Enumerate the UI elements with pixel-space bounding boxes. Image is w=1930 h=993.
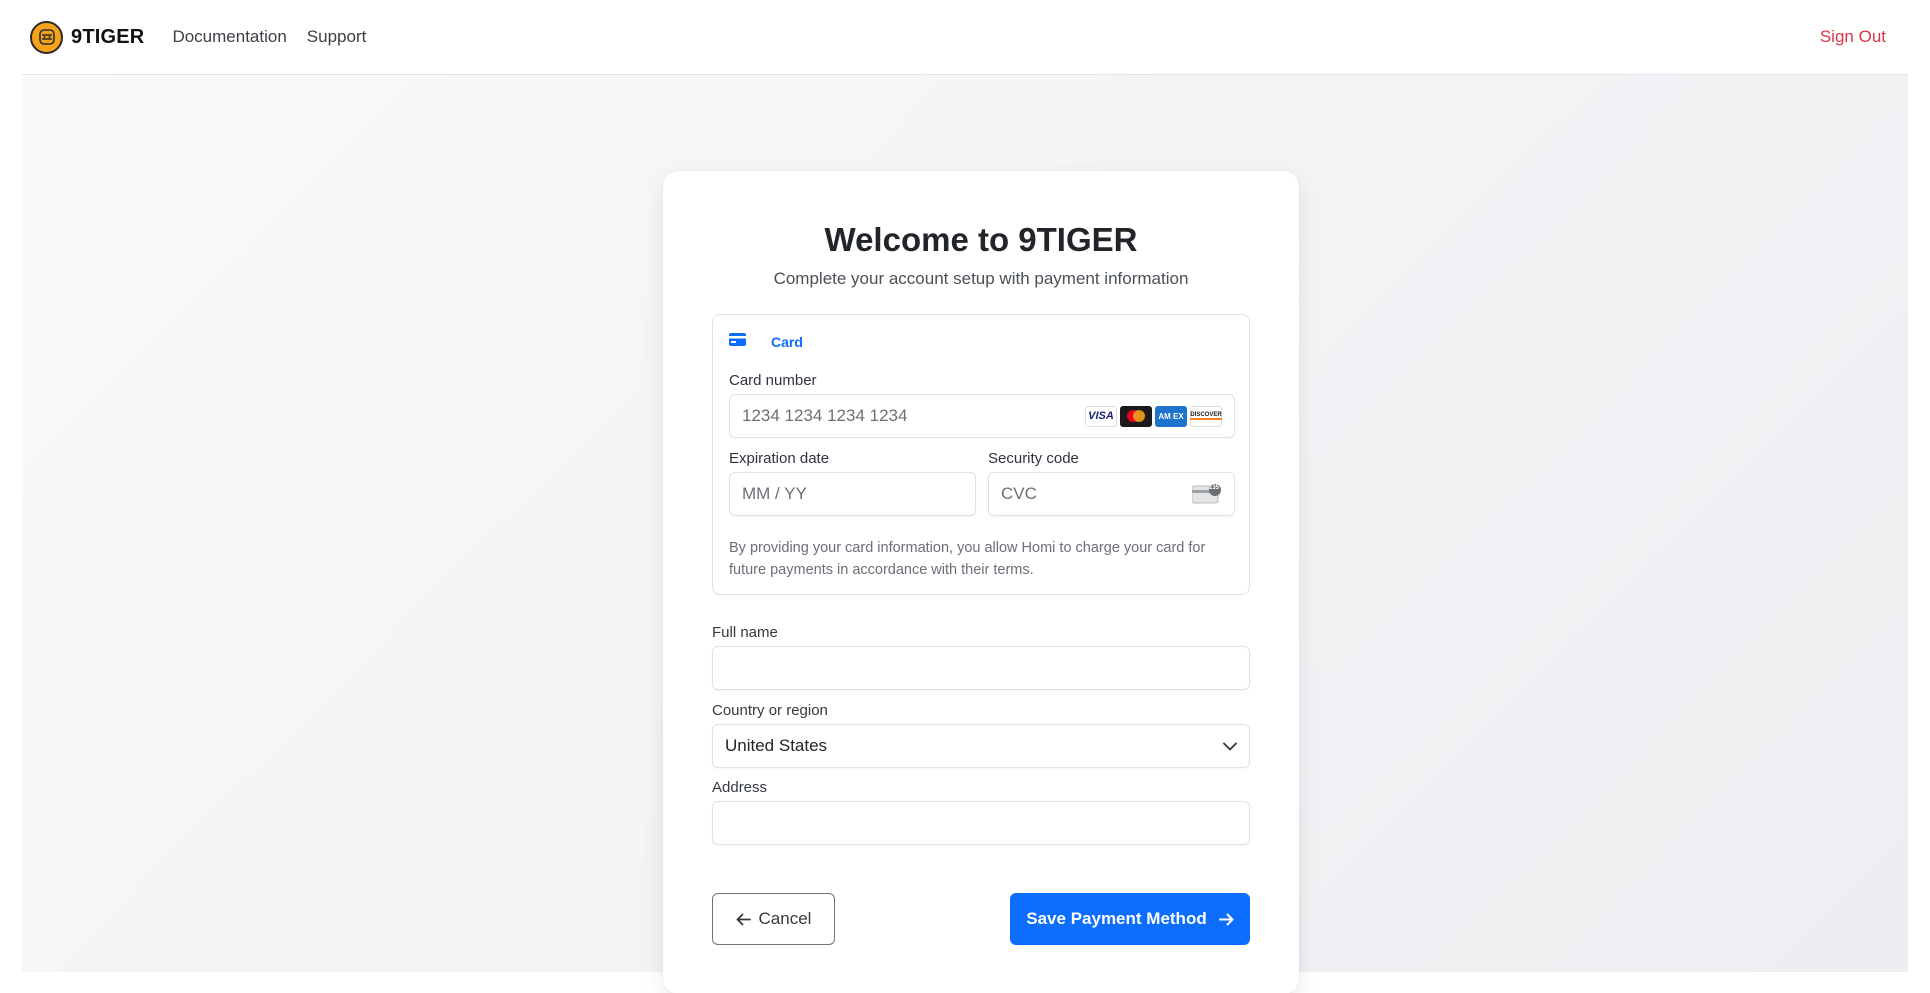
address-input[interactable] [712, 801, 1250, 845]
discover-text: DISCOVER [1190, 412, 1222, 420]
payment-disclaimer: By providing your card information, you … [729, 540, 1206, 578]
page-subtitle: Complete your account setup with payment… [773, 269, 1189, 288]
full-name-input[interactable] [712, 646, 1250, 690]
nav-link-documentation[interactable]: Documentation [172, 27, 286, 47]
country-value: United States [725, 736, 828, 755]
arrow-left-icon [736, 913, 751, 926]
page-title: Welcome to 9TIGER [824, 221, 1138, 258]
sign-out-link[interactable]: Sign Out [1820, 27, 1886, 47]
cvc-badge-text: 135 [1209, 485, 1220, 491]
cancel-button[interactable]: Cancel [712, 893, 835, 945]
address-label: Address [712, 779, 768, 796]
tab-card[interactable]: Card [729, 333, 803, 351]
card-number-label: Card number [729, 372, 817, 389]
tab-card-label: Card [771, 334, 803, 350]
payment-element: Card Card number 1234 1234 1234 1234 VIS… [712, 314, 1250, 595]
security-code-placeholder: CVC [1001, 484, 1037, 503]
mastercard-icon [1120, 405, 1152, 427]
nav-link-support[interactable]: Support [307, 27, 367, 47]
amex-icon: AM EX [1155, 405, 1187, 427]
security-code-label: Security code [988, 450, 1079, 467]
visa-icon: VISA [1085, 405, 1117, 427]
security-code-input[interactable]: CVC 135 [988, 472, 1235, 516]
country-select[interactable]: United States [712, 724, 1250, 768]
full-name-label: Full name [712, 624, 778, 641]
tiger-logo-icon [30, 20, 63, 54]
arrow-right-icon [1218, 913, 1234, 926]
payment-setup-card: Welcome to 9TIGER Complete your account … [663, 171, 1299, 993]
expiration-input[interactable]: MM / YY [729, 472, 976, 516]
discover-icon: DISCOVER [1190, 405, 1222, 427]
card-brands: VISA AM EX DISCOVER [1085, 405, 1222, 427]
expiration-placeholder: MM / YY [742, 484, 807, 503]
cancel-button-label: Cancel [758, 909, 812, 928]
expiration-label: Expiration date [729, 450, 830, 467]
chevron-down-icon [1223, 736, 1237, 756]
card-number-input[interactable]: 1234 1234 1234 1234 VISA AM EX DISCOVER [729, 394, 1235, 438]
credit-card-icon [729, 333, 746, 351]
cvc-card-icon: 135 [1192, 484, 1222, 504]
brand[interactable]: 9TIGER [30, 20, 145, 54]
brand-name: 9TIGER [71, 25, 145, 48]
country-label: Country or region [712, 702, 828, 719]
content-area: Welcome to 9TIGER Complete your account … [22, 75, 1908, 993]
save-button-label: Save Payment Method [1026, 909, 1207, 928]
save-payment-method-button[interactable]: Save Payment Method [1010, 893, 1250, 945]
card-number-placeholder: 1234 1234 1234 1234 [742, 406, 908, 425]
top-navbar: 9TIGER Documentation Support Sign Out [22, 0, 1908, 75]
